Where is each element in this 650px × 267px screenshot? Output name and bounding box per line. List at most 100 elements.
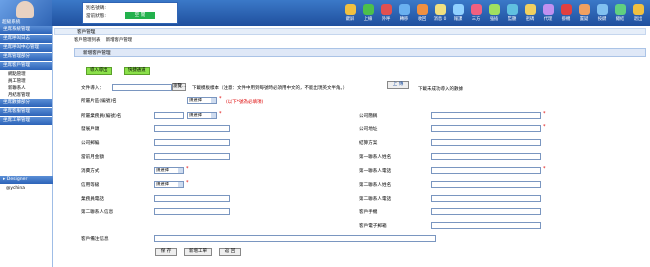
main-content: 客戶管理 客戶管理列表 新增客戶管理 新增客戶管理 導入導出 快捷通道 文件導入… <box>54 26 650 267</box>
credit-select[interactable]: 請選擇 <box>154 181 184 188</box>
template-hint[interactable]: 下載模板樣本（注意：文件中用到每號時必須用中文的，不能出現英文半角。） <box>192 85 347 91</box>
section-title: 新增客戶管理 <box>74 48 646 57</box>
balance-input[interactable] <box>154 153 230 160</box>
toolbar-label: 代理 <box>543 17 553 22</box>
tab-add-customer[interactable]: 新增客戶管理 <box>106 38 132 43</box>
contact2-phone-input[interactable] <box>431 195 541 202</box>
remark-input[interactable] <box>154 235 436 242</box>
customer-email-input[interactable] <box>431 222 541 229</box>
back-button[interactable]: 返 回 <box>219 248 241 256</box>
brand-logo: 超級系統 <box>0 0 52 26</box>
add-order-button[interactable]: 新增工單 <box>184 248 212 256</box>
sidebar-group-header[interactable]: 坐席數據部分 <box>0 99 52 107</box>
toolbar-password-button[interactable]: 密碼 <box>521 2 539 26</box>
contact2-name-input[interactable] <box>431 181 541 188</box>
sidebar-group-header[interactable]: 坐席管理部分 <box>0 53 52 61</box>
biz-phone-input[interactable] <box>154 195 230 202</box>
sidebar-item[interactable]: 新聯系人 <box>0 85 52 92</box>
upload-button[interactable]: 上 傳 <box>387 81 409 89</box>
tab-customer-list[interactable]: 客戶管理列表 <box>74 38 100 43</box>
company-addr-input[interactable] <box>431 125 541 132</box>
toolbar-message-button[interactable]: 消息 0 <box>431 2 449 26</box>
sidebar-item[interactable]: 員工管理 <box>0 78 52 85</box>
save-button[interactable]: 保 存 <box>155 248 177 256</box>
required-mark: * <box>186 180 189 186</box>
toolbar-label: 三方 <box>471 17 481 22</box>
area-label: 所屬片區(編號)名 <box>81 99 117 104</box>
contact2-input[interactable] <box>154 208 230 215</box>
toolbar-keypad-button[interactable]: 按鍵 <box>593 2 611 26</box>
toolbar-report-button[interactable]: 報課 <box>449 2 467 26</box>
required-hint: (以下*號為必填項) <box>226 100 264 105</box>
contact1-phone-input[interactable] <box>431 167 541 174</box>
toolbar-label: 按鍵 <box>597 17 607 22</box>
toolbar-label: 消息 0 <box>433 17 447 22</box>
credit-label: 信用等級 <box>81 183 100 188</box>
branch-select[interactable]: 請選擇 <box>187 112 217 119</box>
hold-icon <box>578 4 590 15</box>
sidebar-group-header[interactable]: 坐席客戶管理 <box>0 62 52 70</box>
company-short-label: 公司簡稱 <box>359 114 378 119</box>
dev-user-input[interactable] <box>154 125 230 132</box>
area-select[interactable]: 請選擇 <box>187 97 217 104</box>
transfer-icon <box>398 4 410 15</box>
toolbar-recall-button[interactable]: 收回 <box>413 2 431 26</box>
summary-icon <box>614 4 626 15</box>
top-header-bar: 超級系統 別名號碼: 當前狀態: 空 閒 鍵屏 上線 外呼 轉移 收回 消息 0 報課 三方 強… <box>0 0 650 26</box>
company-short-input[interactable] <box>431 112 541 119</box>
customer-mobile-input[interactable] <box>431 208 541 215</box>
sidebar-group-header[interactable]: 坐席呼叫中心管理 <box>0 44 52 52</box>
status-button[interactable]: 空 閒 <box>125 12 155 19</box>
branch-input[interactable] <box>154 112 184 119</box>
contact2-label: 第二聯系人信息 <box>81 210 114 215</box>
contact2-phone-label: 第二聯系人電話 <box>359 197 392 202</box>
contact2-name-label: 第二聯系人姓名 <box>359 183 392 188</box>
consume-label: 消費方式 <box>81 169 100 174</box>
settle-input[interactable] <box>431 139 541 146</box>
file-path-input[interactable] <box>112 84 172 91</box>
toolbar-online-button[interactable]: 上線 <box>359 2 377 26</box>
toolbar-label: 鍵屏 <box>345 17 355 22</box>
status-label: 當前狀態: <box>86 14 106 19</box>
sidebar-item[interactable]: 月結客管理 <box>0 92 52 99</box>
sidebar-group-header[interactable]: 坐席客服管理 <box>0 108 52 116</box>
designer-sub: @ychina <box>6 186 25 191</box>
contact1-name-input[interactable] <box>431 153 541 160</box>
company-email-input[interactable] <box>154 139 230 146</box>
tab-bar: 客戶管理列表 新增客戶管理 <box>74 37 646 44</box>
import-export-button[interactable]: 導入導出 <box>86 67 112 75</box>
designer-header[interactable]: ▸ Designer <box>0 176 53 184</box>
toolbar-lock-button[interactable]: 鍵屏 <box>341 2 359 26</box>
lock-icon <box>344 4 356 15</box>
toolbar-hangup-button[interactable]: 掛機 <box>557 2 575 26</box>
failed-import-link[interactable]: 下載未成功導入的數據 <box>418 86 463 92</box>
branch-label: 所屬業務員(編號)名 <box>81 114 122 119</box>
monitor-icon <box>506 4 518 15</box>
consume-select[interactable]: 請選擇 <box>154 167 184 174</box>
proxy-icon <box>542 4 554 15</box>
sidebar-group-header[interactable]: 坐席工單管理 <box>0 117 52 125</box>
hangup-icon <box>560 4 572 15</box>
toolbar-barge-in-button[interactable]: 強插 <box>485 2 503 26</box>
required-mark: * <box>219 111 222 117</box>
browse-button[interactable]: 瀏覽... <box>172 83 186 91</box>
toolbar-hold-button[interactable]: 置疑 <box>575 2 593 26</box>
quick-channel-button[interactable]: 快捷通道 <box>124 67 150 75</box>
toolbar-summary-button[interactable]: 總結 <box>611 2 629 26</box>
brand-name: 超級系統 <box>2 20 21 25</box>
toolbar-transfer-button[interactable]: 轉移 <box>395 2 413 26</box>
toolbar-monitor-button[interactable]: 監聽 <box>503 2 521 26</box>
toolbar-conference-button[interactable]: 三方 <box>467 2 485 26</box>
conference-icon <box>470 4 482 15</box>
sidebar-item[interactable]: 網點管理 <box>0 71 52 78</box>
sidebar-group-header[interactable]: 坐席系統管理 <box>0 26 52 34</box>
required-mark: * <box>543 166 546 172</box>
toolbar-exit-button[interactable]: 退出 <box>629 2 647 26</box>
toolbar-phone-out-button[interactable]: 外呼 <box>377 2 395 26</box>
toolbar-proxy-button[interactable]: 代理 <box>539 2 557 26</box>
sidebar-group-header[interactable]: 坐席呼叫日志 <box>0 35 52 43</box>
required-mark: * <box>186 166 189 172</box>
company-addr-label: 公司地址 <box>359 127 378 132</box>
toolbar-label: 強插 <box>489 17 499 22</box>
toolbar-label: 退出 <box>633 17 643 22</box>
